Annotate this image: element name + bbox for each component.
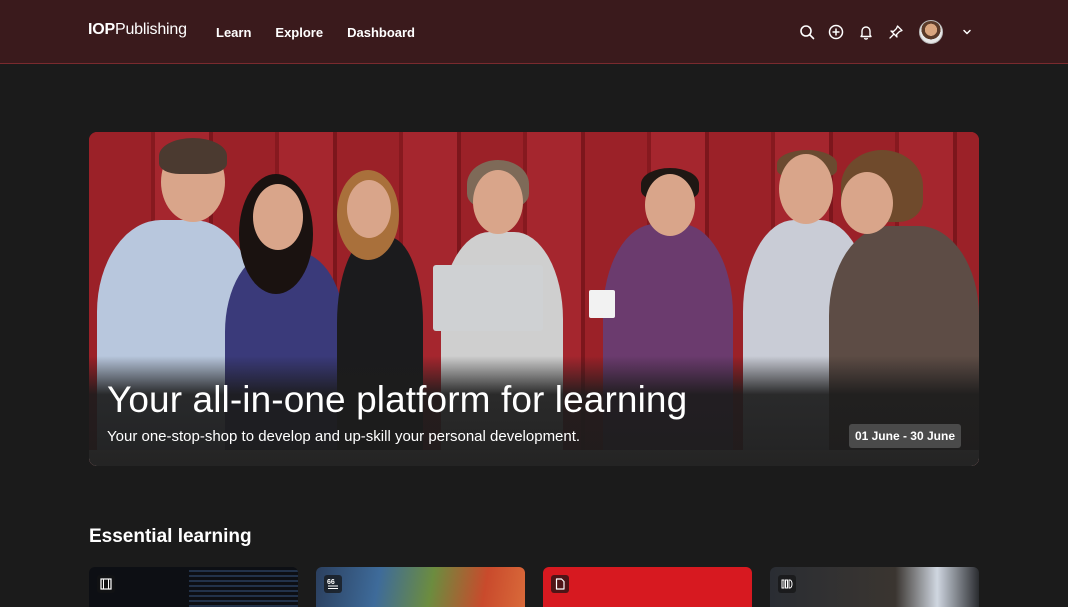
pin-icon[interactable]	[888, 24, 904, 40]
bell-icon[interactable]	[858, 24, 874, 40]
chapters-icon	[778, 575, 796, 593]
iop-publishing-logo[interactable]: IOPPublishing	[88, 21, 187, 39]
learning-card[interactable]	[770, 567, 979, 607]
main-nav: Learn Explore Dashboard	[216, 25, 439, 40]
date-range-badge: 01 June - 30 June	[848, 424, 961, 448]
essential-learning-heading: Essential learning	[89, 526, 252, 547]
learning-card[interactable]: 66	[316, 567, 525, 607]
nav-dashboard[interactable]: Dashboard	[347, 25, 415, 40]
learning-card[interactable]	[89, 567, 298, 607]
nav-explore[interactable]: Explore	[275, 25, 323, 40]
top-navigation-bar: IOPPublishing Learn Explore Dashboard	[0, 0, 1068, 64]
learning-card[interactable]	[543, 567, 752, 607]
film-icon	[97, 575, 115, 593]
chevron-down-icon[interactable]	[961, 26, 973, 38]
nav-learn[interactable]: Learn	[216, 25, 251, 40]
add-icon[interactable]	[828, 24, 844, 40]
hero-banner[interactable]: Your all-in-one platform for learning Yo…	[89, 132, 979, 466]
svg-text:66: 66	[327, 579, 335, 586]
hero-subtitle: Your one-stop-shop to develop and up-ski…	[107, 428, 581, 445]
avatar[interactable]	[919, 20, 943, 44]
quote-icon: 66	[324, 575, 342, 593]
search-icon[interactable]	[799, 24, 815, 40]
hero-title: Your all-in-one platform for learning	[107, 379, 688, 420]
document-icon	[551, 575, 569, 593]
